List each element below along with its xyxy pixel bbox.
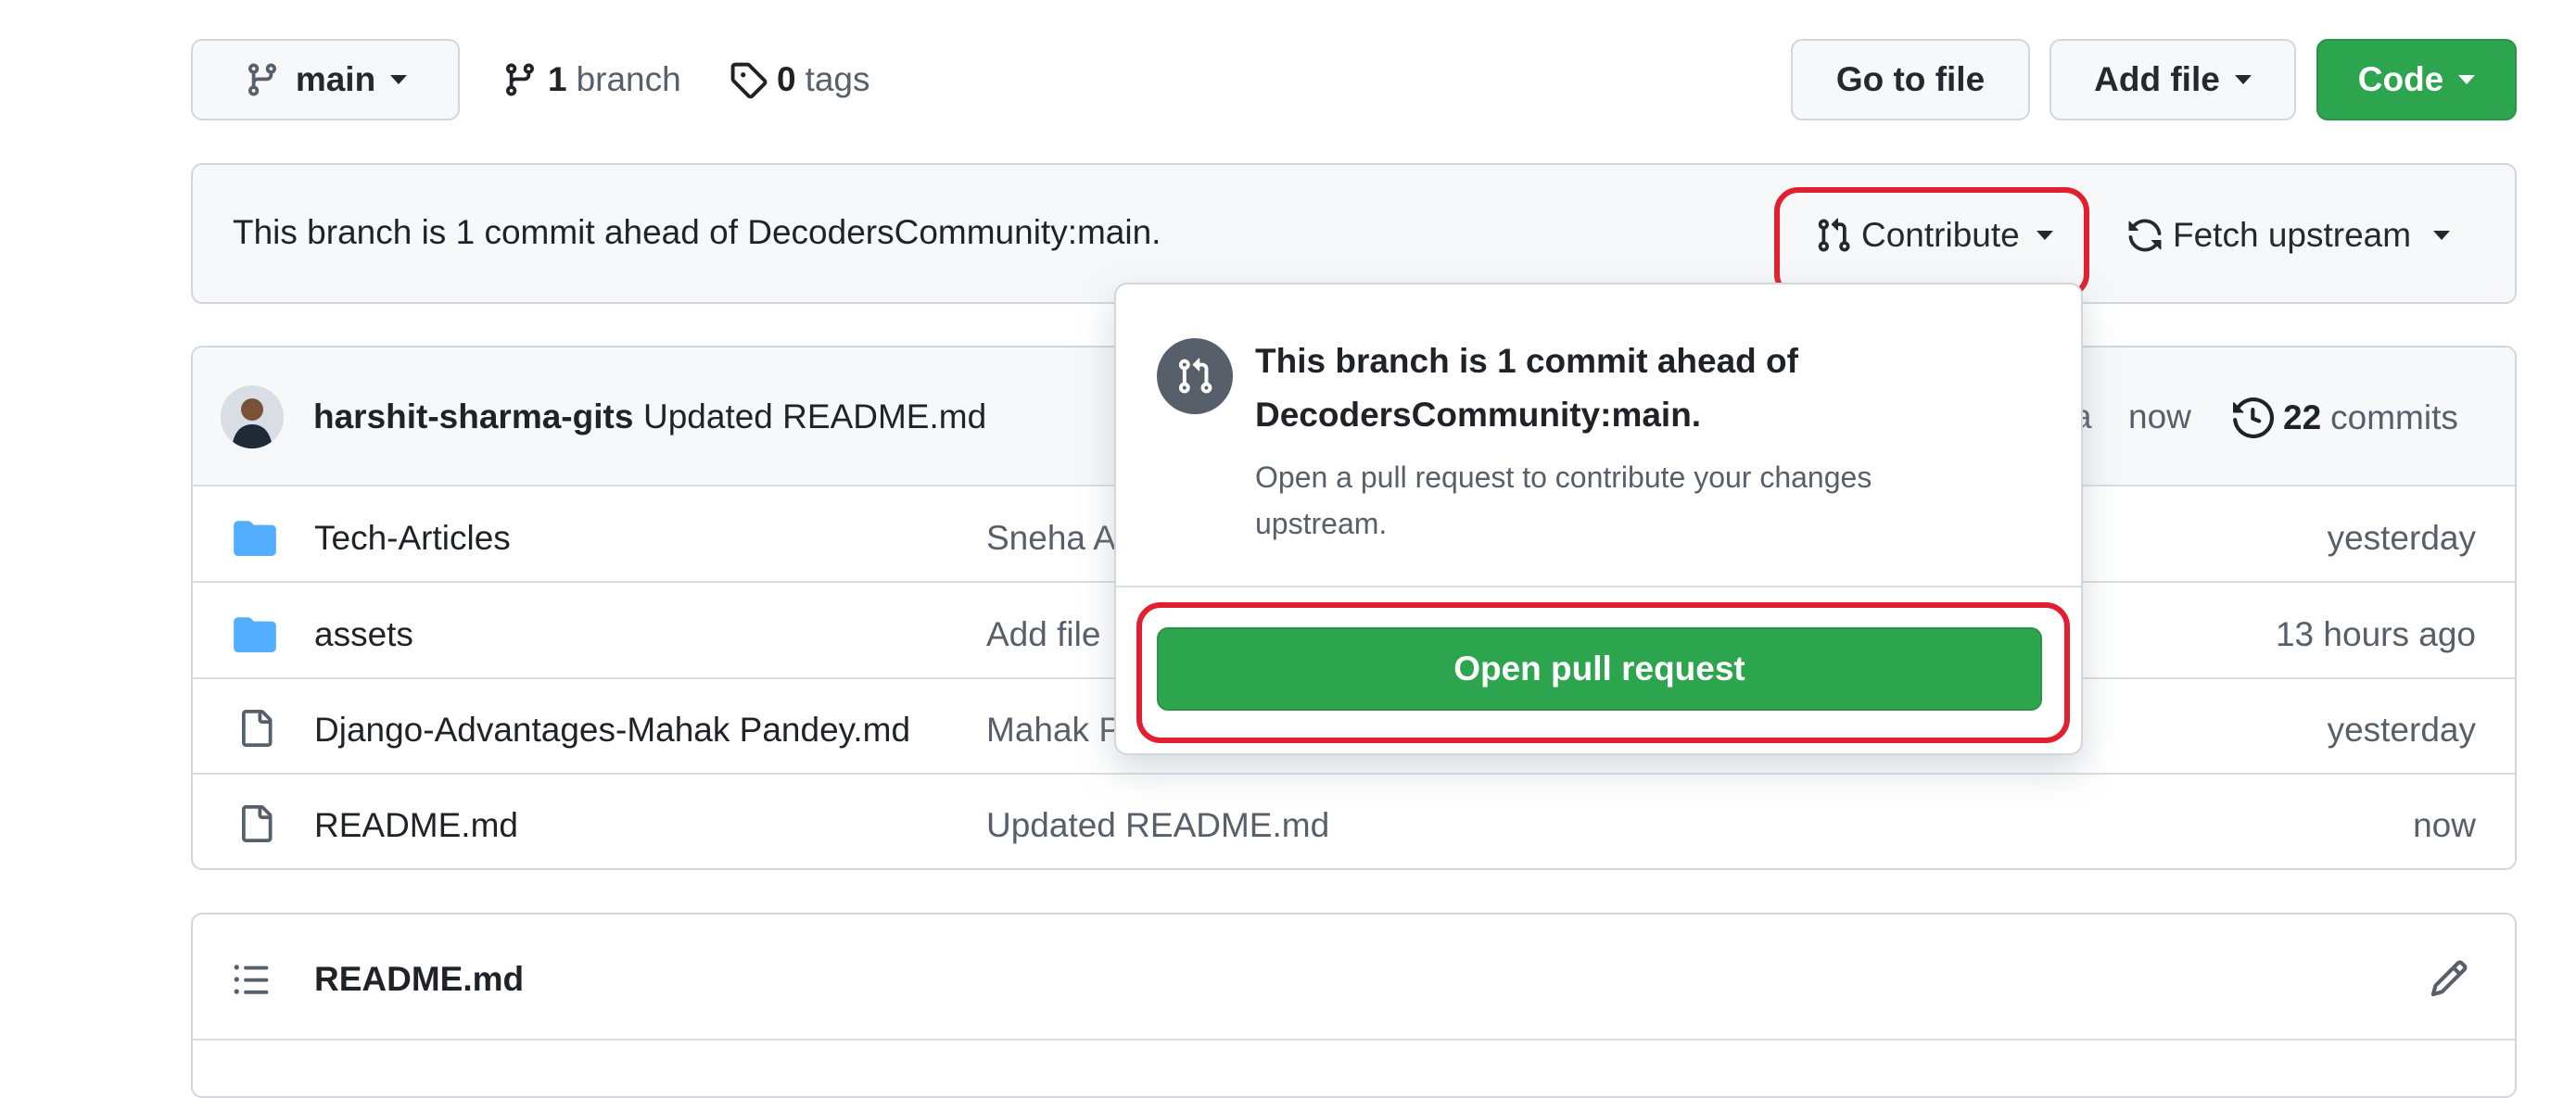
file-commit-message[interactable]: Updated README.md	[986, 806, 1329, 845]
popover-description-line2: upstream.	[1255, 507, 1388, 540]
tag-word: tags	[805, 60, 870, 98]
readme-divider	[193, 1039, 2515, 1041]
commits-link[interactable]: 22 commits	[2233, 392, 2458, 444]
file-time: 13 hours ago	[2275, 615, 2476, 653]
tag-count: 0	[777, 60, 796, 98]
commit-message[interactable]: Updated README.md	[643, 398, 986, 436]
history-icon	[2233, 398, 2274, 438]
branch-count: 1	[548, 60, 567, 98]
git-branch-icon	[244, 61, 281, 98]
file-name[interactable]: assets	[314, 615, 413, 654]
code-label: Code	[2357, 60, 2444, 98]
list-unordered-icon[interactable]	[232, 960, 271, 999]
chevron-down-icon	[2458, 75, 2476, 84]
pencil-icon[interactable]	[2429, 958, 2469, 999]
commit-count: 22	[2283, 398, 2322, 436]
branch-name: main	[295, 60, 376, 98]
commit-author[interactable]: harshit-sharma-gits	[313, 398, 633, 436]
popover-pull-request-icon	[1157, 338, 1233, 414]
row-divider	[191, 773, 2515, 775]
file-time: yesterday	[2327, 519, 2476, 557]
popover-divider	[1116, 586, 2081, 587]
tags-link[interactable]: 0 tags	[729, 54, 870, 106]
popover-description-line1: Open a pull request to contribute your c…	[1255, 461, 1872, 494]
tag-icon	[729, 60, 768, 99]
folder-icon	[234, 615, 276, 652]
chevron-down-icon	[390, 75, 408, 84]
file-time: now	[2413, 806, 2476, 844]
file-name[interactable]: README.md	[314, 806, 518, 845]
branch-select-button[interactable]: main	[191, 39, 460, 120]
go-to-file-button[interactable]: Go to file	[1791, 39, 2030, 120]
git-branch-icon	[501, 61, 539, 98]
avatar[interactable]	[221, 385, 284, 448]
sync-icon	[2126, 217, 2164, 254]
chevron-down-icon	[2234, 75, 2252, 84]
contribute-highlight	[1774, 187, 2089, 298]
file-time: yesterday	[2327, 711, 2476, 749]
file-commit-message[interactable]: Sneha A	[986, 519, 1116, 558]
commit-time: now	[2128, 398, 2191, 435]
branch-status-message: This branch is 1 commit ahead of Decoder…	[233, 213, 1161, 251]
open-pull-request-highlight	[1136, 602, 2070, 743]
file-name[interactable]: Tech-Articles	[314, 519, 511, 558]
popover-title-line1: This branch is 1 commit ahead of	[1255, 342, 1798, 380]
file-icon	[237, 708, 274, 749]
file-icon	[237, 803, 274, 844]
add-file-label: Add file	[2094, 60, 2220, 98]
file-commit-message[interactable]: Mahak P	[986, 711, 1122, 750]
branch-word: branch	[576, 60, 681, 98]
readme-panel	[191, 913, 2517, 1098]
file-commit-message[interactable]: Add file	[986, 615, 1100, 654]
chevron-down-icon	[2433, 231, 2451, 240]
code-button[interactable]: Code	[2316, 39, 2517, 120]
folder-icon	[234, 519, 276, 556]
go-to-file-label: Go to file	[1835, 60, 1986, 98]
fetch-upstream-button[interactable]: Fetch upstream	[2126, 209, 2451, 261]
popover-title-line2: DecodersCommunity:main.	[1255, 396, 1702, 434]
add-file-button[interactable]: Add file	[2049, 39, 2296, 120]
readme-title[interactable]: README.md	[314, 960, 524, 999]
file-name[interactable]: Django-Advantages-Mahak Pandey.md	[314, 711, 910, 750]
commits-word: commits	[2330, 398, 2458, 436]
fetch-upstream-label: Fetch upstream	[2173, 216, 2412, 254]
branches-link[interactable]: 1 branch	[501, 54, 681, 106]
